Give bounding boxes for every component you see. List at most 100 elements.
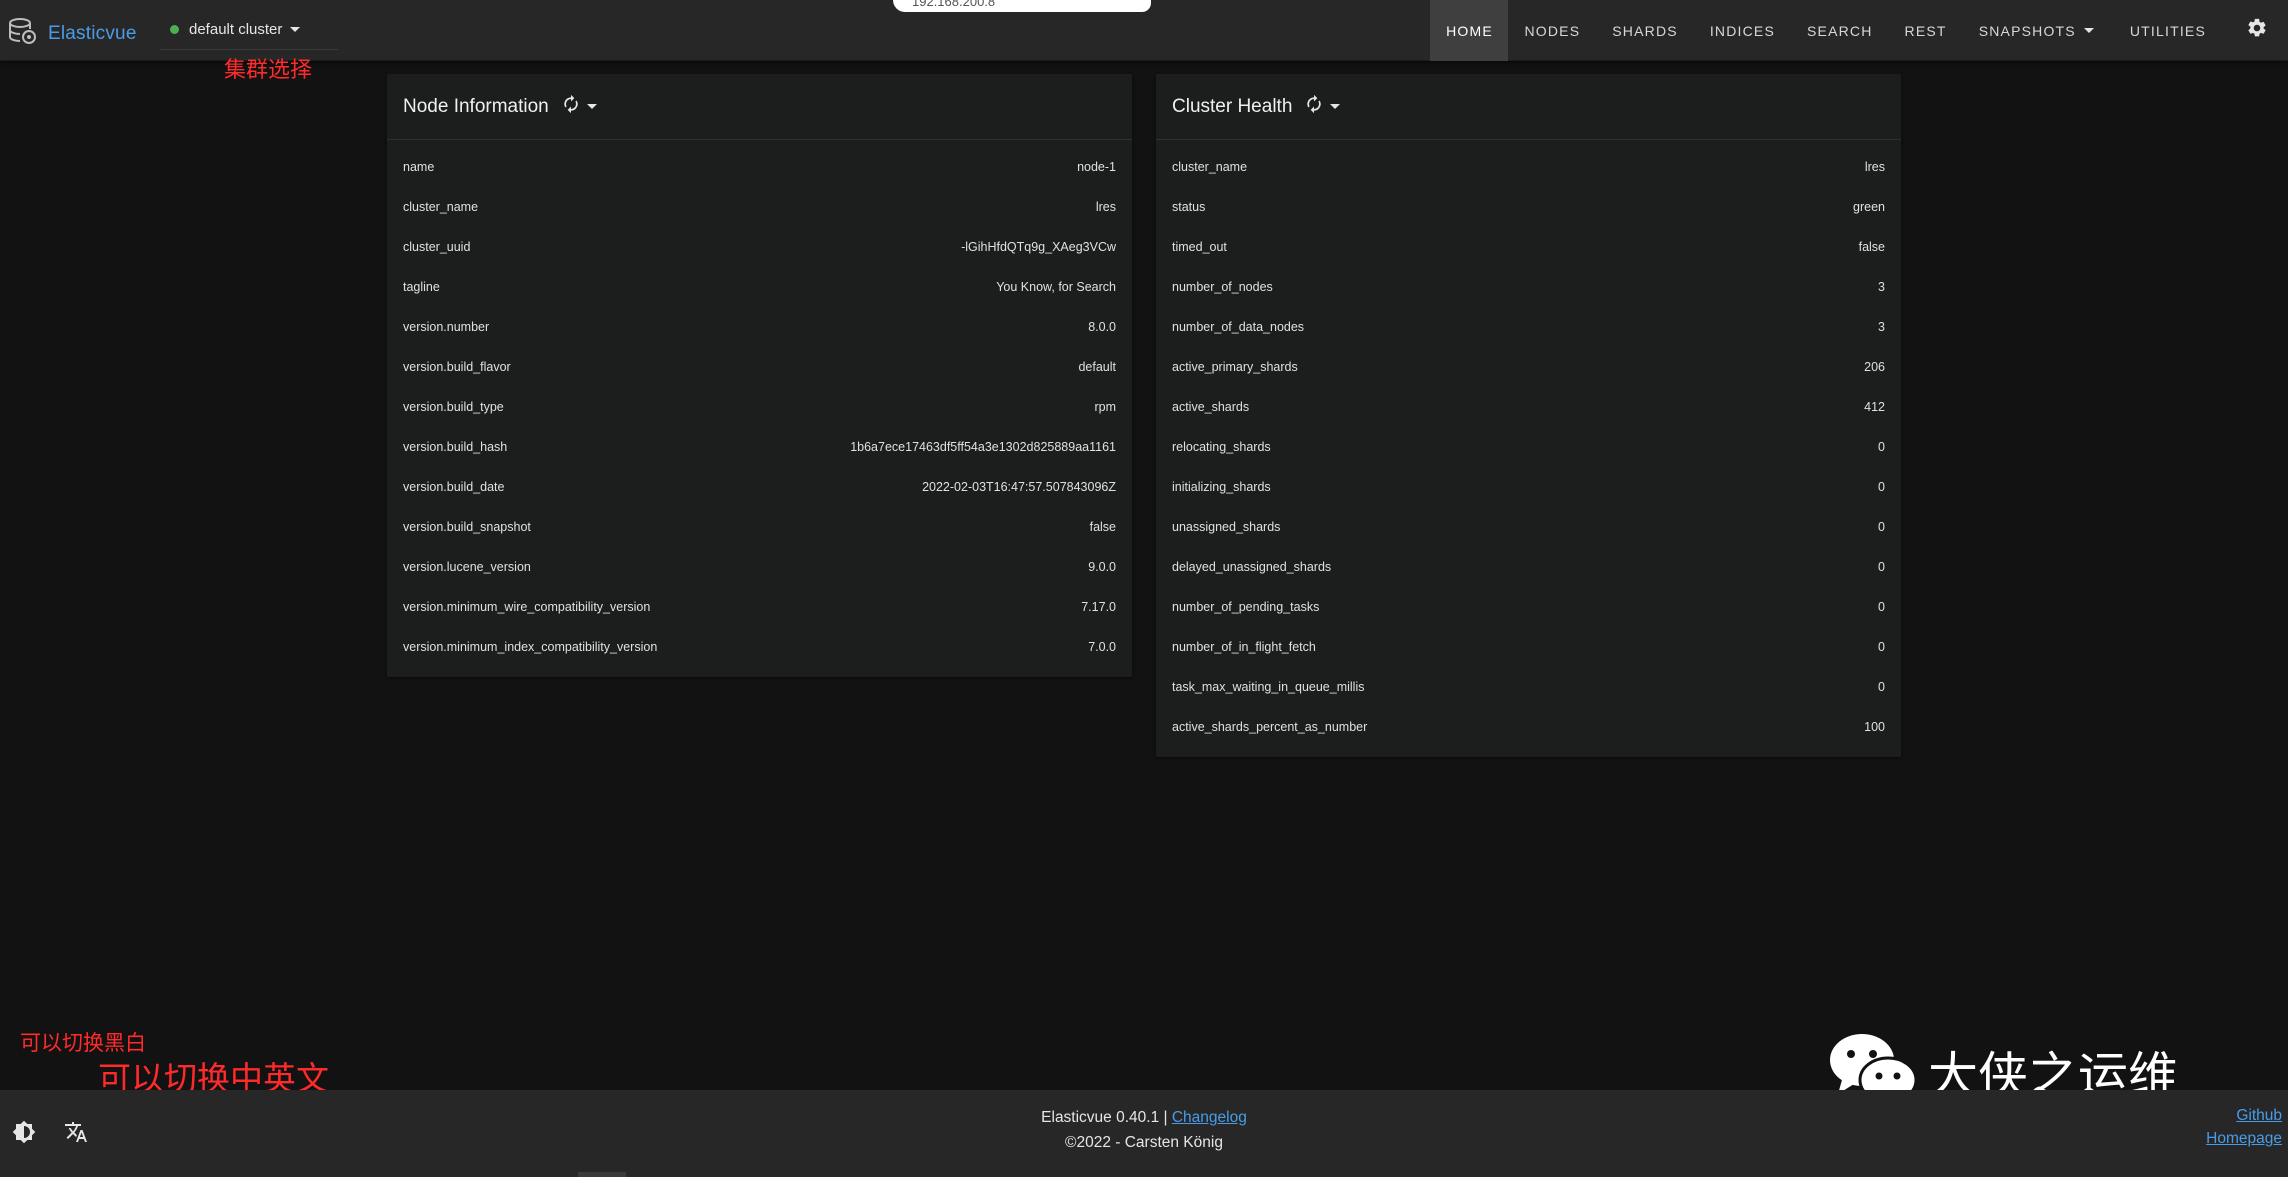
row-value: 3 xyxy=(1878,280,1885,294)
row-key: status xyxy=(1172,200,1206,214)
copyright: ©2022 - Carsten König xyxy=(0,1134,2288,1152)
nav-label: HOME xyxy=(1446,22,1493,39)
table-row: task_max_waiting_in_queue_millis 0 xyxy=(1156,667,1901,707)
copyright-text: ©2022 - Carsten König xyxy=(1065,1134,1223,1151)
row-key: version.build_flavor xyxy=(403,360,511,374)
annotation-cluster-select: 集群选择 xyxy=(224,58,313,83)
row-key: active_shards_percent_as_number xyxy=(1172,720,1368,734)
nav-home[interactable]: HOME xyxy=(1430,0,1509,61)
nav-label: NODES xyxy=(1524,22,1581,39)
redacted-host: 192.168.200.8 xyxy=(912,0,996,9)
table-row: initializing_shards 0 xyxy=(1156,467,1901,507)
main-nav: HOME NODES SHARDS INDICES SEARCH REST SN… xyxy=(1430,0,2288,61)
version-text: Elasticvue 0.40.1 | xyxy=(1041,1109,1168,1126)
row-key: unassigned_shards xyxy=(1172,520,1281,534)
chevron-down-icon[interactable] xyxy=(586,104,597,109)
row-value: -lGihHfdQTq9g_XAeg3VCw xyxy=(961,240,1116,254)
gear-icon xyxy=(2246,17,2268,44)
chevron-down-icon xyxy=(290,27,301,32)
table-row: number_of_in_flight_fetch 0 xyxy=(1156,627,1901,667)
row-key: cluster_name xyxy=(1172,160,1248,174)
table-row: timed_out false xyxy=(1156,227,1901,267)
table-row: number_of_data_nodes 3 xyxy=(1156,307,1901,347)
table-row: version.lucene_version 9.0.0 xyxy=(387,547,1132,587)
table-row: version.number 8.0.0 xyxy=(387,307,1132,347)
row-key: version.build_hash xyxy=(403,440,508,454)
table-row: number_of_nodes 3 xyxy=(1156,267,1901,307)
card-header: Node Information xyxy=(387,74,1132,140)
row-value: 8.0.0 xyxy=(1088,320,1116,334)
row-value: false xyxy=(1858,240,1885,254)
row-value: 0 xyxy=(1878,600,1885,614)
homepage-link[interactable]: Homepage xyxy=(2206,1130,2282,1148)
row-value: default xyxy=(1078,360,1116,374)
nav-utilities[interactable]: UTILITIES xyxy=(2110,0,2226,61)
table-row: cluster_uuid -lGihHfdQTq9g_XAeg3VCw xyxy=(387,227,1132,267)
row-value: 0 xyxy=(1878,640,1885,654)
app-bar: Elasticvue default cluster 192.168.200.8… xyxy=(0,0,2288,61)
nav-shards[interactable]: SHARDS xyxy=(1596,0,1694,61)
nav-snapshots[interactable]: SNAPSHOTS xyxy=(1963,0,2110,61)
horizontal-scrollbar[interactable] xyxy=(578,1172,626,1177)
row-value: false xyxy=(1089,520,1116,534)
table-row: version.minimum_index_compatibility_vers… xyxy=(387,627,1132,667)
row-value: 0 xyxy=(1878,480,1885,494)
nav-search[interactable]: SEARCH xyxy=(1791,0,1889,61)
nav-nodes[interactable]: NODES xyxy=(1508,0,1596,61)
node-info-list: name node-1 cluster_name lres cluster_uuid… xyxy=(387,140,1132,667)
settings-button[interactable] xyxy=(2226,0,2288,61)
row-value: 3 xyxy=(1878,320,1885,334)
brand-name: Elasticvue xyxy=(48,22,137,44)
chevron-down-icon xyxy=(2083,28,2094,33)
table-row: version.build_flavor default xyxy=(387,347,1132,387)
row-value: 0 xyxy=(1878,520,1885,534)
cluster-select[interactable]: default cluster xyxy=(160,10,338,50)
row-key: version.number xyxy=(403,320,490,334)
row-key: tagline xyxy=(403,280,440,294)
table-row: version.build_hash 1b6a7ece17463df5ff54a3… xyxy=(387,427,1132,467)
row-key: relocating_shards xyxy=(1172,440,1271,454)
row-key: version.lucene_version xyxy=(403,560,531,574)
table-row: active_shards 412 xyxy=(1156,387,1901,427)
table-row: active_primary_shards 206 xyxy=(1156,347,1901,387)
row-value: 7.0.0 xyxy=(1088,640,1116,654)
table-row: version.build_date 2022-02-03T16:47:57.50… xyxy=(387,467,1132,507)
card-header: Cluster Health xyxy=(1156,74,1901,140)
table-row: status green xyxy=(1156,187,1901,227)
brand[interactable]: Elasticvue xyxy=(6,15,137,52)
table-row: cluster_name lres xyxy=(387,187,1132,227)
row-value: 1b6a7ece17463df5ff54a3e1302d825889aa1161 xyxy=(850,440,1116,454)
row-value: 0 xyxy=(1878,560,1885,574)
nav-label: SNAPSHOTS xyxy=(1978,22,2076,39)
nav-label: INDICES xyxy=(1709,22,1775,39)
row-value: rpm xyxy=(1094,400,1116,414)
row-key: number_of_data_nodes xyxy=(1172,320,1305,334)
nav-rest[interactable]: REST xyxy=(1889,0,1963,61)
chevron-down-icon[interactable] xyxy=(1330,104,1341,109)
row-value: 7.17.0 xyxy=(1081,600,1116,614)
row-key: version.build_snapshot xyxy=(403,520,531,534)
nav-indices[interactable]: INDICES xyxy=(1694,0,1791,61)
github-link[interactable]: Github xyxy=(2236,1107,2282,1125)
row-value: 0 xyxy=(1878,440,1885,454)
node-information-card: Node Information name node-1 cluster_name… xyxy=(387,74,1132,677)
row-key: version.build_date xyxy=(403,480,505,494)
footer: Elasticvue 0.40.1 | Changelog ©2022 - Ca… xyxy=(0,1090,2288,1177)
changelog-link[interactable]: Changelog xyxy=(1172,1109,1247,1126)
row-value: You Know, for Search xyxy=(996,280,1116,294)
row-key: initializing_shards xyxy=(1172,480,1271,494)
row-value: 100 xyxy=(1864,720,1885,734)
refresh-icon[interactable] xyxy=(549,94,581,119)
nav-label: SEARCH xyxy=(1807,22,1873,39)
table-row: unassigned_shards 0 xyxy=(1156,507,1901,547)
nav-label: SHARDS xyxy=(1612,22,1678,39)
refresh-icon[interactable] xyxy=(1292,94,1324,119)
elasticvue-logo-icon xyxy=(6,15,38,52)
row-value: 412 xyxy=(1864,400,1885,414)
row-value: green xyxy=(1853,200,1885,214)
cluster-health-card: Cluster Health cluster_name lres status gr… xyxy=(1156,74,1901,757)
nav-label: UTILITIES xyxy=(2129,22,2206,39)
table-row: delayed_unassigned_shards 0 xyxy=(1156,547,1901,587)
table-row: tagline You Know, for Search xyxy=(387,267,1132,307)
row-value: node-1 xyxy=(1077,160,1116,174)
